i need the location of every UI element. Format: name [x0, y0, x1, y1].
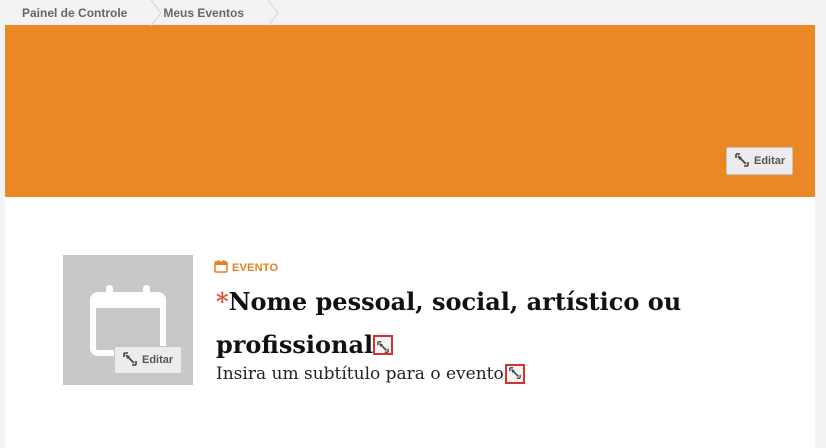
edit-banner-button[interactable]: Editar [726, 147, 793, 175]
calendar-icon [214, 260, 228, 276]
edit-button-label: Editar [142, 354, 174, 366]
edit-thumbnail-button[interactable]: Editar [114, 346, 182, 374]
edit-icon [123, 351, 137, 369]
event-page-card: Editar Editar EVENTO *Nome pessoal, soci… [5, 25, 815, 448]
edit-title-button[interactable] [373, 334, 394, 355]
event-title[interactable]: *Nome pessoal, social, artístico ou prof… [216, 280, 686, 366]
breadcrumb-item-painel-de-controle[interactable]: Painel de Controle [0, 0, 162, 26]
event-subtitle[interactable]: Insira um subtítulo para o evento [216, 362, 525, 386]
event-type-text: EVENTO [232, 262, 279, 274]
edit-subtitle-button[interactable] [504, 362, 525, 386]
breadcrumb: Painel de Controle Meus Eventos [0, 0, 279, 26]
breadcrumb-label: Painel de Controle [22, 6, 128, 20]
edit-button-label: Editar [754, 155, 786, 167]
event-banner: Editar [5, 25, 815, 197]
event-type-label: EVENTO [214, 260, 278, 276]
required-marker: * [216, 287, 229, 316]
event-subtitle-text: Insira um subtítulo para o evento [216, 364, 504, 384]
edit-icon [735, 152, 749, 170]
breadcrumb-label: Meus Eventos [163, 6, 245, 20]
event-title-text: Nome pessoal, social, artístico ou profi… [216, 287, 682, 359]
edit-icon [508, 362, 521, 386]
edit-icon [377, 323, 389, 366]
event-thumbnail: Editar [63, 255, 193, 385]
